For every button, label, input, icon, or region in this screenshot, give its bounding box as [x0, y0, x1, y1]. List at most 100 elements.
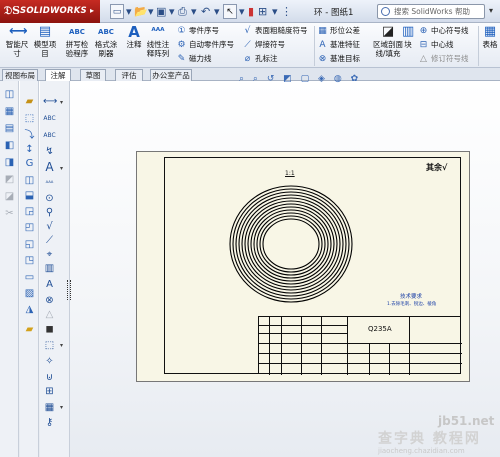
auto-balloon-button[interactable]: ⚙ 自动零件序号: [176, 39, 234, 51]
zoom-to-fit-icon[interactable]: ⌕: [239, 74, 244, 84]
center-mark-icon[interactable]: ✧: [43, 355, 56, 368]
smart-dimension-button[interactable]: ⟷ 智能尺寸: [4, 25, 30, 59]
open-dropdown-icon[interactable]: ▾: [148, 4, 154, 19]
edit-appearance-icon[interactable]: ✿: [351, 74, 359, 84]
options-icon[interactable]: ⊞: [258, 4, 267, 19]
dimension-icon[interactable]: ⟷: [43, 95, 57, 108]
model-items-button[interactable]: ▤ 模型项目: [33, 25, 57, 59]
new-document-icon[interactable]: ▭: [110, 4, 124, 19]
pointer-icon[interactable]: ◫: [3, 88, 16, 101]
cosmetic-thread-icon[interactable]: ⊞: [43, 385, 56, 398]
spell-check-icon[interactable]: ABC: [43, 112, 56, 125]
weld-symbol-button[interactable]: ⟋ 焊接符号: [242, 39, 285, 51]
sketch-tools-icon[interactable]: ◨: [3, 156, 16, 169]
crop-view-icon[interactable]: ⬓: [23, 189, 36, 202]
section-view-icon[interactable]: ◩: [283, 74, 292, 84]
detail-view-icon[interactable]: G: [23, 157, 36, 170]
surface-finish-icon[interactable]: √: [43, 220, 56, 233]
linear-note-pattern-button[interactable]: ᴬᴬᴬ 线性注释阵列: [146, 25, 170, 58]
save-dropdown-icon[interactable]: ▾: [169, 4, 175, 19]
note-icon[interactable]: A: [43, 161, 56, 174]
note-pattern-icon[interactable]: ᴬᴬᴬ: [43, 177, 56, 190]
datum-feature-button[interactable]: A 基准特征: [317, 39, 360, 51]
folder-icon[interactable]: ▰: [23, 95, 36, 108]
auxiliary-view-icon[interactable]: ◮: [23, 303, 36, 316]
section-line-icon[interactable]: ↕: [23, 143, 36, 156]
properties-icon[interactable]: ◧: [3, 139, 16, 152]
stacked-balloon-icon[interactable]: ⚲: [43, 206, 56, 219]
block-button[interactable]: ▥ 块: [402, 25, 414, 50]
weld-symbol-icon[interactable]: ⟋: [43, 234, 56, 247]
relative-view-icon[interactable]: ◰: [23, 221, 36, 234]
previous-view-icon[interactable]: ↺: [267, 74, 275, 84]
standard-views-icon[interactable]: ⬚: [23, 112, 36, 125]
select-pointer-icon[interactable]: ↖: [223, 4, 237, 19]
search-dropdown-icon[interactable]: ▾: [489, 6, 493, 15]
quick-access-more-icon[interactable]: ⋮: [281, 4, 292, 19]
empty-view-icon[interactable]: ◳: [23, 254, 36, 267]
surface-finish-button[interactable]: √ 表面粗糙度符号: [242, 25, 308, 37]
solidworks-logo[interactable]: 𝔇S SOLIDWORKS ▸: [0, 0, 100, 23]
table-button[interactable]: ▦ 表格: [480, 25, 500, 50]
ring-drawing-view[interactable]: [228, 184, 354, 304]
tab-view-layout[interactable]: 视图布局: [2, 69, 38, 81]
revision-symbol-button[interactable]: △ 修订符号线: [418, 53, 468, 65]
view-orientation-icon[interactable]: ▢: [301, 74, 310, 84]
format-painter-button[interactable]: ABC 格式涂刷器: [93, 25, 119, 58]
tab-sketch[interactable]: 草图: [80, 69, 106, 81]
rebuild-icon[interactable]: ▮: [248, 4, 254, 19]
area-hatch-button[interactable]: ◪ 区域剖面线/填充: [373, 25, 403, 59]
open-folder-icon[interactable]: 📂: [134, 4, 148, 19]
table-dropdown-icon[interactable]: ▾: [60, 404, 63, 411]
new-dropdown-icon[interactable]: ▾: [126, 4, 132, 19]
link-icon[interactable]: ⚷: [43, 416, 56, 429]
model-view-icon[interactable]: ▭: [23, 271, 36, 284]
print-dropdown-icon[interactable]: ▾: [191, 4, 197, 19]
insert-view-icon[interactable]: ▰: [23, 323, 36, 336]
line-format-icon[interactable]: ▤: [3, 122, 16, 135]
balloon-button[interactable]: ① 零件序号: [176, 25, 219, 37]
display-style-icon[interactable]: ◈: [318, 74, 325, 84]
block-dropdown-icon[interactable]: ▾: [60, 342, 63, 349]
tab-office-products[interactable]: 办公室产品: [150, 69, 192, 81]
centerline-button[interactable]: ⊟ 中心线: [418, 39, 454, 51]
broken-view-icon[interactable]: ◫: [23, 174, 36, 187]
gtol-icon[interactable]: ▥: [43, 262, 56, 275]
search-help-input[interactable]: 搜索 SolidWorks 帮助: [377, 4, 485, 19]
panel-splitter[interactable]: [67, 280, 71, 300]
hole-callout-icon[interactable]: ⌖: [43, 248, 56, 261]
zoom-to-area-icon[interactable]: ⌕: [253, 74, 258, 84]
gtol-button[interactable]: ▦ 形位公差: [317, 25, 360, 37]
menu-arrow-icon[interactable]: ▸: [90, 6, 94, 15]
select-dropdown-icon[interactable]: ▾: [239, 4, 245, 19]
table-icon[interactable]: ▦: [43, 401, 56, 414]
dimension-dropdown-icon[interactable]: ▾: [60, 99, 63, 106]
datum-feature-icon[interactable]: A: [43, 278, 56, 291]
spell-checker-button[interactable]: ABC 拼写检验程序: [63, 25, 91, 58]
hole-callout-button[interactable]: ⌀ 孔标注: [242, 53, 278, 65]
view-palette-icon[interactable]: ▨: [23, 287, 36, 300]
align-icon[interactable]: ↯: [43, 145, 56, 158]
centerline-icon[interactable]: ⊍: [43, 371, 56, 384]
note-button[interactable]: A 注释: [124, 25, 144, 50]
print-icon[interactable]: ⎙: [178, 4, 187, 19]
hide-show-icon[interactable]: ◍: [334, 74, 342, 84]
balloon-icon[interactable]: ⊙: [43, 192, 56, 205]
format-painter-icon[interactable]: ABC: [43, 129, 56, 142]
projected-view-icon[interactable]: ⤵: [23, 129, 36, 142]
layer-icon[interactable]: ▦: [3, 105, 16, 118]
tab-evaluate[interactable]: 评估: [115, 69, 143, 81]
predefined-view-icon[interactable]: ◱: [23, 238, 36, 251]
note-dropdown-icon[interactable]: ▾: [60, 165, 63, 172]
alternate-position-icon[interactable]: ◲: [23, 205, 36, 218]
datum-target-button[interactable]: ⊗ 基准目标: [317, 53, 360, 65]
magnetic-line-button[interactable]: ✎ 磁力线: [176, 53, 212, 65]
options-dropdown-icon[interactable]: ▾: [272, 4, 278, 19]
save-icon[interactable]: ▣: [156, 4, 166, 19]
undo-icon[interactable]: ↶: [201, 4, 210, 19]
undo-dropdown-icon[interactable]: ▾: [214, 4, 220, 19]
centerline-symbol-button[interactable]: ⊕ 中心符号线: [418, 25, 469, 37]
datum-target-icon[interactable]: ⊗: [43, 294, 56, 307]
block-icon[interactable]: ⬚: [43, 339, 56, 352]
area-hatch-icon[interactable]: ◼: [43, 323, 56, 336]
